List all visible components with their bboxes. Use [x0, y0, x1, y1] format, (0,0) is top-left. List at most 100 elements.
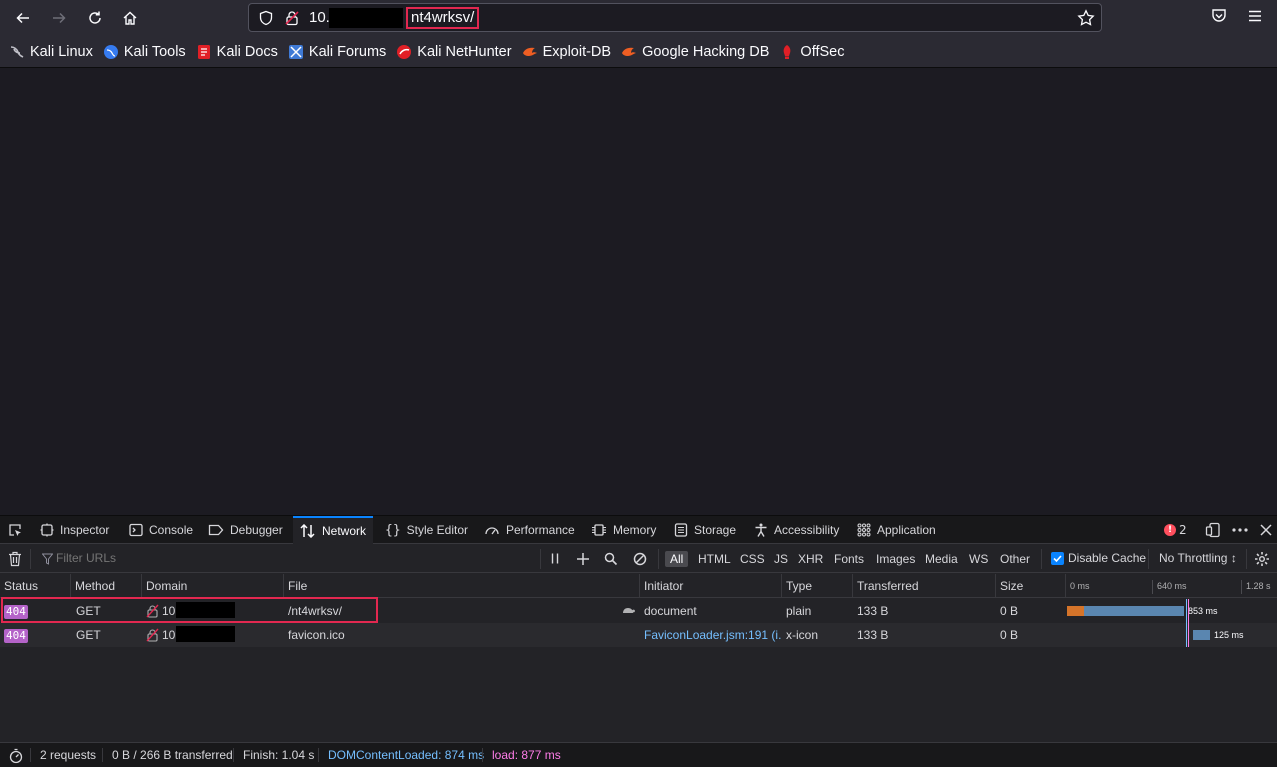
dcl-marker: [1186, 623, 1187, 647]
arrow-left-icon: [16, 12, 29, 24]
pause-icon[interactable]: [549, 552, 561, 566]
kali-tools-icon: [103, 44, 118, 59]
devtools-tab-bar: Inspector Console Debugger Network {} St…: [0, 516, 1277, 544]
tab-inspector[interactable]: Inspector: [40, 516, 109, 544]
arrow-right-icon: [53, 12, 66, 24]
column-file[interactable]: File: [284, 574, 640, 598]
back-button[interactable]: [10, 5, 36, 31]
filter-media[interactable]: Media: [925, 551, 958, 567]
bookmark-google-hacking-db[interactable]: Google Hacking DB: [621, 44, 769, 60]
tab-performance[interactable]: Performance: [484, 516, 575, 544]
plus-icon[interactable]: [576, 552, 590, 566]
filter-urls-input[interactable]: [56, 551, 526, 565]
tab-accessibility[interactable]: Accessibility: [754, 516, 839, 544]
tab-memory[interactable]: Memory: [591, 516, 656, 544]
table-row[interactable]: 404 GET 10. favicon.ico FaviconLoader.js…: [0, 623, 1277, 647]
tab-debugger[interactable]: Debugger: [208, 516, 283, 544]
divider: [233, 748, 234, 762]
hamburger-menu-icon[interactable]: [1246, 7, 1264, 25]
insecure-lock-icon: [146, 628, 159, 642]
filter-all[interactable]: All: [665, 551, 689, 567]
column-type[interactable]: Type: [782, 574, 853, 598]
column-transferred[interactable]: Transferred: [853, 574, 996, 598]
debugger-icon: [208, 524, 224, 536]
bookmark-offsec[interactable]: OffSec: [779, 44, 844, 60]
responsive-design-icon[interactable]: [1205, 522, 1221, 538]
tab-network[interactable]: Network: [293, 516, 374, 544]
tab-storage[interactable]: Storage: [674, 516, 736, 544]
waterfall-tick: 0 ms: [1070, 581, 1090, 591]
network-filter-bar: All HTML CSS JS XHR Fonts Images Media W…: [0, 545, 1277, 573]
divider: [318, 748, 319, 762]
load-time: load: 877 ms: [492, 748, 561, 762]
checkmark-icon: [1053, 555, 1062, 563]
filter-ws[interactable]: WS: [969, 551, 988, 567]
url-path-text: nt4wrksv/: [406, 7, 480, 29]
column-waterfall[interactable]: 0 ms 640 ms 1.28 s: [1066, 574, 1277, 598]
tab-console[interactable]: Console: [129, 516, 193, 544]
throttling-select[interactable]: No Throttling ↕: [1159, 551, 1237, 565]
home-button[interactable]: [117, 5, 143, 31]
bookmark-kali-nethunter[interactable]: Kali NetHunter: [396, 44, 512, 60]
disable-cache-label[interactable]: Disable Cache: [1068, 551, 1146, 565]
forward-button[interactable]: [46, 5, 72, 31]
filter-xhr[interactable]: XHR: [798, 551, 823, 567]
bookmark-kali-linux[interactable]: Kali Linux: [9, 44, 93, 60]
domain-cell: 10.: [142, 623, 284, 647]
divider: [1041, 549, 1042, 569]
reload-icon: [89, 11, 101, 24]
timing-bar-blocked: [1067, 606, 1084, 616]
error-count-badge[interactable]: ! 2: [1164, 523, 1187, 537]
bookmark-exploit-db[interactable]: Exploit-DB: [522, 44, 611, 60]
star-icon[interactable]: [1077, 9, 1095, 27]
load-marker: [1188, 599, 1189, 623]
url-bar[interactable]: 10. nt4wrksv/: [248, 3, 1102, 32]
divider: [30, 748, 31, 762]
devtools-panel: Inspector Console Debugger Network {} St…: [0, 515, 1277, 767]
search-icon[interactable]: [604, 552, 618, 566]
timing-label: 125 ms: [1214, 630, 1244, 640]
filter-images[interactable]: Images: [876, 551, 915, 567]
filter-css[interactable]: CSS: [740, 551, 765, 567]
column-status[interactable]: Status: [0, 574, 71, 598]
timing-bar-waiting: [1084, 606, 1184, 616]
stopwatch-icon[interactable]: [8, 748, 24, 764]
column-method[interactable]: Method: [71, 574, 142, 598]
column-domain[interactable]: Domain: [142, 574, 284, 598]
filter-fonts[interactable]: Fonts: [834, 551, 864, 567]
more-options-icon[interactable]: [1231, 522, 1249, 538]
gear-icon[interactable]: [1254, 551, 1270, 567]
page-content: [0, 69, 1277, 515]
tab-application[interactable]: Application: [857, 516, 936, 544]
size-cell: 0 B: [1000, 604, 1019, 618]
transferred-cell: 133 B: [857, 604, 889, 618]
block-icon[interactable]: [633, 552, 647, 566]
initiator-link[interactable]: FaviconLoader.jsm:191 (i...: [640, 623, 782, 647]
insecure-lock-icon[interactable]: [284, 10, 300, 26]
filter-html[interactable]: HTML: [698, 551, 731, 567]
close-icon[interactable]: [1259, 523, 1273, 537]
shield-icon[interactable]: [258, 10, 274, 26]
console-icon: [129, 523, 143, 537]
disable-cache-checkbox[interactable]: [1051, 552, 1064, 565]
braces-icon: {}: [385, 522, 401, 538]
application-grid-icon: [857, 523, 871, 537]
tab-style-editor[interactable]: {} Style Editor: [385, 516, 468, 544]
reload-button[interactable]: [82, 5, 108, 31]
accessibility-person-icon: [755, 523, 767, 537]
exploit-db-icon: [522, 47, 537, 56]
column-size[interactable]: Size: [996, 574, 1066, 598]
pocket-icon[interactable]: [1210, 7, 1228, 25]
trash-icon[interactable]: [8, 551, 22, 567]
bookmarks-toolbar: Kali Linux Kali Tools Kali Docs Kali For…: [0, 36, 1277, 68]
element-picker-icon[interactable]: [7, 522, 23, 538]
kali-nethunter-icon: [397, 44, 412, 59]
column-initiator[interactable]: Initiator: [640, 574, 782, 598]
status-cell: 404: [0, 623, 71, 647]
bookmark-kali-docs[interactable]: Kali Docs: [196, 44, 278, 60]
bookmark-kali-forums[interactable]: Kali Forums: [288, 44, 386, 60]
request-count: 2 requests: [40, 748, 97, 762]
bookmark-kali-tools[interactable]: Kali Tools: [103, 44, 186, 60]
filter-other[interactable]: Other: [1000, 551, 1030, 567]
filter-js[interactable]: JS: [774, 551, 788, 567]
